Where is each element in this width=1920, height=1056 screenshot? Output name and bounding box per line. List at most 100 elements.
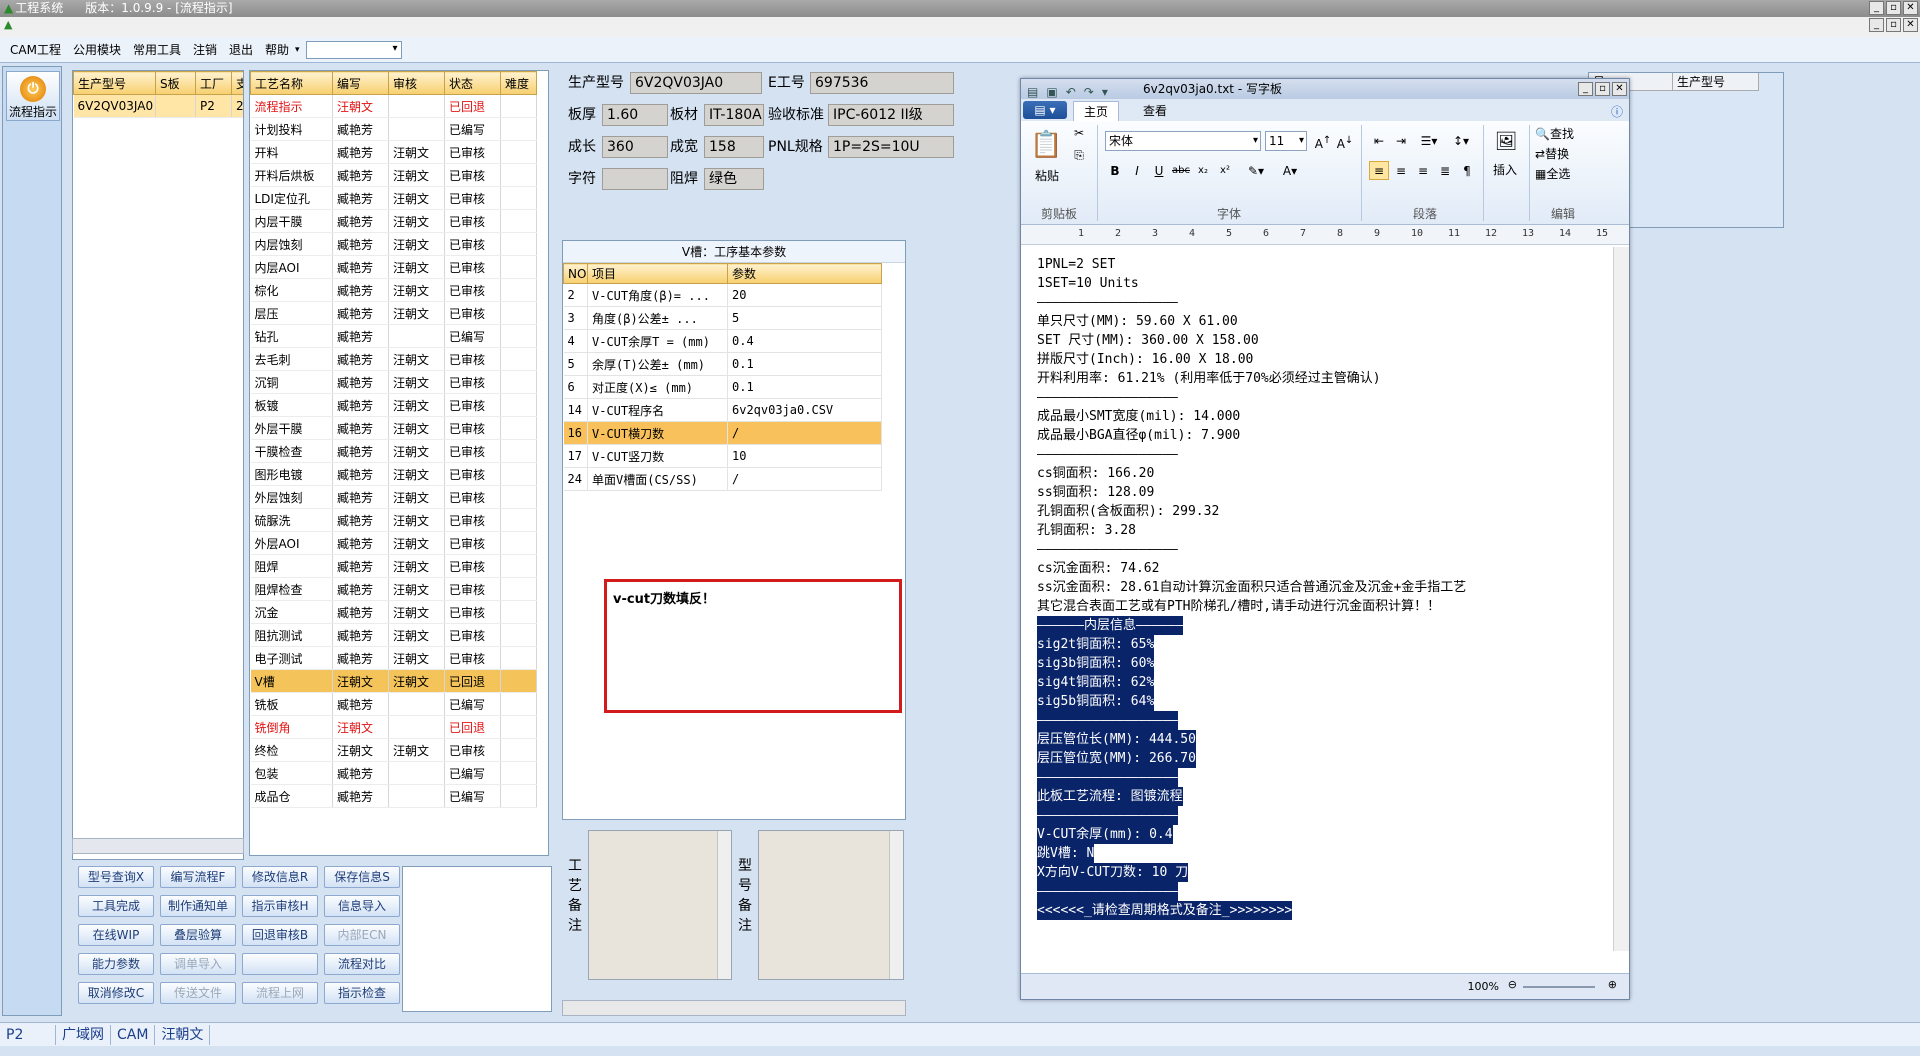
insert-picture-icon[interactable]: 🖼	[1491, 127, 1521, 157]
thickness-field[interactable]: 1.60	[602, 104, 668, 126]
table-cell[interactable]: /	[727, 421, 882, 445]
table-cell[interactable]: 5	[727, 306, 882, 330]
table-row[interactable]: 开料后烘板 臧艳芳 汪朝文 已审核	[250, 163, 537, 187]
action-button[interactable]: 能力参数	[78, 953, 154, 975]
craft-notes-box[interactable]	[588, 830, 732, 980]
font-color-icon[interactable]: A▾	[1275, 161, 1305, 180]
length-field[interactable]: 360	[602, 136, 668, 158]
shrink-font-icon[interactable]: A↓	[1335, 131, 1355, 151]
ruler[interactable]: 1 2 3 4 5 6 7 8 9 10 11 12 13 14 15	[1021, 225, 1629, 245]
app-menu-button[interactable]: ▤ ▾	[1023, 101, 1067, 119]
table-row[interactable]: 层压 臧艳芳 汪朝文 已审核	[250, 301, 537, 325]
find-button[interactable]: 🔍查找	[1535, 125, 1574, 142]
table-row[interactable]: 阻焊 臧艳芳 汪朝文 已审核	[250, 554, 537, 578]
table-row[interactable]: 阻抗测试 臧艳芳 汪朝文 已审核	[250, 623, 537, 647]
action-button[interactable]: 制作通知单	[160, 895, 236, 917]
table-row[interactable]: 内层蚀刻 臧艳芳 汪朝文 已审核	[250, 232, 537, 256]
flow-indication-button[interactable]: ⏻ 流程指示	[6, 71, 60, 121]
select-all-button[interactable]: ▦全选	[1535, 165, 1570, 182]
model-notes-scrollbar[interactable]	[889, 831, 903, 979]
table-cell[interactable]: 0.1	[727, 352, 882, 376]
menu-exit[interactable]: 退出	[223, 41, 259, 58]
table-row[interactable]: 干膜检查 臧艳芳 汪朝文 已审核	[250, 439, 537, 463]
table-cell[interactable]: /	[727, 467, 882, 491]
table-cell[interactable]: 0.4	[727, 329, 882, 353]
wordpad-minimize-button[interactable]: _	[1578, 82, 1593, 96]
table-row[interactable]: 流程指示 汪朝文 已回退	[250, 94, 537, 118]
model-col-header[interactable]: 生产型号	[73, 71, 156, 95]
action-button[interactable]: 调单导入	[160, 953, 236, 975]
model-col-header[interactable]: S板	[155, 71, 196, 95]
menu-logout[interactable]: 注销	[187, 41, 223, 58]
mdi-minimize-button[interactable]: _	[1869, 18, 1884, 32]
pnl-field[interactable]: 1P=2S=10U	[828, 136, 954, 158]
font-family-combo[interactable]: 宋体	[1105, 131, 1261, 151]
table-row[interactable]: 6V2QV03JA0 P2 2	[73, 94, 243, 118]
menu-public[interactable]: 公用模块	[67, 41, 127, 58]
tab-home[interactable]: 主页	[1073, 101, 1120, 121]
action-button[interactable]: 工具完成	[78, 895, 154, 917]
align-left-icon[interactable]: ≡	[1369, 161, 1389, 180]
table-row[interactable]: 3 角度(β)公差± ... 5	[563, 306, 882, 330]
model-table-hscroll[interactable]	[72, 838, 244, 854]
table-row[interactable]: 成品仓 臧艳芳 已编写	[250, 784, 537, 808]
paste-icon[interactable]: 📋	[1029, 127, 1063, 163]
width-field[interactable]: 158	[704, 136, 764, 158]
table-row[interactable]: 16 V-CUT横刀数 /	[563, 421, 882, 445]
action-button[interactable]: 流程对比	[324, 953, 400, 975]
help-icon[interactable]: ⓘ	[1611, 103, 1623, 120]
memo-box[interactable]	[402, 866, 552, 1012]
chevron-down-icon[interactable]: ▾	[295, 45, 300, 55]
justify-icon[interactable]: ≣	[1435, 161, 1455, 180]
document-vscroll[interactable]	[1613, 247, 1629, 951]
eng-no-field[interactable]: 697536	[810, 72, 954, 94]
increase-indent-icon[interactable]: ⇥	[1391, 131, 1411, 150]
table-row[interactable]: 包装 臧艳芳 已编写	[250, 761, 537, 785]
character-field[interactable]	[602, 168, 668, 190]
close-button[interactable]: ✕	[1903, 1, 1918, 15]
table-cell[interactable]: 6v2qv03ja0.CSV	[727, 398, 882, 422]
minimize-button[interactable]: _	[1869, 1, 1884, 15]
process-col-header[interactable]: 状态	[444, 71, 501, 95]
craft-notes-scrollbar[interactable]	[717, 831, 731, 979]
bullet-list-icon[interactable]: ☰▾	[1415, 131, 1443, 150]
action-button[interactable]: 回退审核B	[242, 924, 318, 946]
grow-font-icon[interactable]: A↑	[1313, 131, 1333, 151]
table-row[interactable]: 5 余厚(T)公差± (mm) 0.1	[563, 352, 882, 376]
table-row[interactable]: 外层干膜 臧艳芳 汪朝文 已审核	[250, 416, 537, 440]
table-row[interactable]: 开料 臧艳芳 汪朝文 已审核	[250, 140, 537, 164]
table-cell[interactable]: 10	[727, 444, 882, 468]
action-button[interactable]	[242, 953, 318, 975]
action-button[interactable]: 在线WIP	[78, 924, 154, 946]
tab-view[interactable]: 查看	[1133, 101, 1177, 121]
bold-icon[interactable]: B	[1105, 161, 1125, 180]
material-field[interactable]: IT-180A	[704, 104, 764, 126]
process-col-header[interactable]: 编写	[332, 71, 389, 95]
zoom-out-icon[interactable]: ⊖	[1508, 978, 1517, 991]
zoom-in-icon[interactable]: ⊕	[1608, 978, 1617, 991]
action-button[interactable]: 指示检查	[324, 982, 400, 1004]
wordpad-close-button[interactable]: ✕	[1612, 82, 1627, 96]
table-row[interactable]: 铣板 臧艳芳 已编写	[250, 692, 537, 716]
wordpad-maximize-button[interactable]: ▫	[1595, 82, 1610, 96]
menu-tools[interactable]: 常用工具	[127, 41, 187, 58]
table-row[interactable]: 外层AOI 臧艳芳 汪朝文 已审核	[250, 531, 537, 555]
action-button[interactable]: 内部ECN	[324, 924, 400, 946]
action-button[interactable]: 取消修改C	[78, 982, 154, 1004]
action-button[interactable]: 指示审核H	[242, 895, 318, 917]
action-button[interactable]: 流程上网	[242, 982, 318, 1004]
table-row[interactable]: 钻孔 臧艳芳 已编写	[250, 324, 537, 348]
cut-icon[interactable]: ✂	[1069, 123, 1089, 142]
table-row[interactable]: 去毛刺 臧艳芳 汪朝文 已审核	[250, 347, 537, 371]
model-col-header[interactable]: 支	[231, 71, 243, 95]
italic-icon[interactable]: I	[1127, 161, 1147, 180]
solder-mask-field[interactable]: 绿色	[704, 168, 764, 190]
highlight-icon[interactable]: ✎▾	[1241, 161, 1271, 180]
insert-label[interactable]: 插入	[1493, 161, 1517, 178]
table-row[interactable]: V槽 汪朝文 汪朝文 已回退	[250, 669, 537, 693]
font-size-combo[interactable]: 11	[1265, 131, 1307, 151]
menu-cam[interactable]: CAM工程	[4, 41, 67, 58]
process-col-header[interactable]: 难度	[500, 71, 537, 95]
superscript-icon[interactable]: x²	[1215, 161, 1235, 180]
process-col-header[interactable]: 审核	[388, 71, 445, 95]
